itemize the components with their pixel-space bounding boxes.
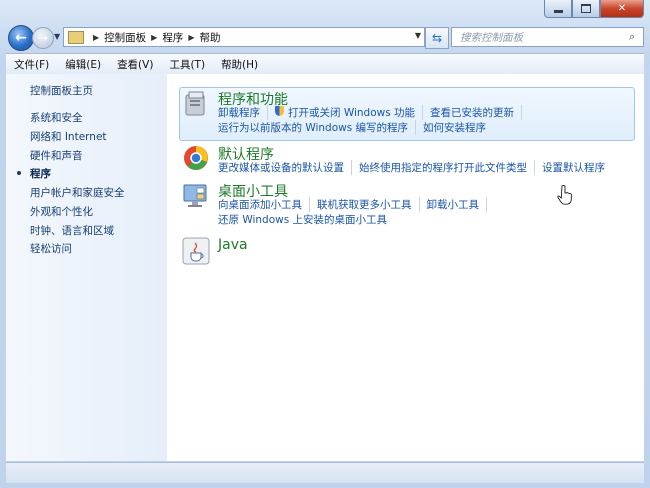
close-icon: ✕ bbox=[617, 3, 627, 14]
breadcrumb-chevron-icon[interactable]: ▶ bbox=[151, 33, 157, 42]
windows-features-link[interactable]: 打开或关闭 Windows 功能 bbox=[275, 105, 424, 120]
refresh-icon: ⇆ bbox=[431, 31, 443, 45]
menu-tools[interactable]: 工具(T) bbox=[161, 57, 213, 72]
link-row: 向桌面添加小工具 联机获取更多小工具 卸载小工具 bbox=[218, 197, 494, 212]
content-area: 控制面板主页 系统和安全 网络和 Internet 硬件和声音 程序 用户帐户和… bbox=[6, 74, 644, 461]
sidebar-item-system-security[interactable]: 系统和安全 bbox=[30, 110, 83, 125]
minimize-icon bbox=[553, 10, 563, 13]
sidebar-item-clock-language[interactable]: 时钟、语言和区域 bbox=[30, 223, 114, 238]
menu-file[interactable]: 文件(F) bbox=[6, 57, 57, 72]
file-type-association-link[interactable]: 始终使用指定的程序打开此文件类型 bbox=[359, 160, 535, 175]
get-more-gadgets-link[interactable]: 联机获取更多小工具 bbox=[317, 197, 420, 212]
java-icon[interactable] bbox=[182, 237, 210, 265]
link-row: 运行为以前版本的 Windows 编写的程序 如何安装程序 bbox=[218, 120, 500, 135]
search-input[interactable]: 搜索控制面板 bbox=[460, 30, 624, 45]
maximize-icon bbox=[581, 4, 591, 13]
forward-arrow-icon: → bbox=[37, 31, 49, 45]
link-row: 卸载程序 打开或关闭 Windows 功能 查看已安装的更新 bbox=[218, 105, 529, 120]
close-button[interactable]: ✕ bbox=[600, 0, 644, 18]
programs-features-icon[interactable] bbox=[182, 89, 210, 117]
status-bar bbox=[6, 462, 644, 483]
control-panel-folder-icon bbox=[68, 30, 84, 44]
menu-view[interactable]: 查看(V) bbox=[109, 57, 161, 72]
current-item-bullet-icon bbox=[17, 171, 21, 175]
link-row: 更改媒体或设备的默认设置 始终使用指定的程序打开此文件类型 设置默认程序 bbox=[218, 160, 619, 175]
refresh-button[interactable]: ⇆ bbox=[425, 27, 449, 49]
control-panel-window: ✕ ← → ▼ ▶ 控制面板 ▶ 程序 ▶ 帮助 ▼ ⇆ 搜索控制面板 ⌕ 文件… bbox=[0, 0, 650, 488]
menu-bar: 文件(F) 编辑(E) 查看(V) 工具(T) 帮助(H) bbox=[6, 53, 644, 75]
sidebar-item-ease-of-access[interactable]: 轻松访问 bbox=[30, 241, 72, 256]
sidebar-item-appearance[interactable]: 外观和个性化 bbox=[30, 204, 93, 219]
sidebar-item-hardware-sound[interactable]: 硬件和声音 bbox=[30, 148, 83, 163]
menu-edit[interactable]: 编辑(E) bbox=[57, 57, 109, 72]
forward-button[interactable]: → bbox=[32, 27, 54, 49]
category-title[interactable]: Java bbox=[218, 237, 248, 253]
add-gadgets-link[interactable]: 向桌面添加小工具 bbox=[218, 197, 310, 212]
link-row: 还原 Windows 上安装的桌面小工具 bbox=[218, 212, 401, 227]
run-older-programs-link[interactable]: 运行为以前版本的 Windows 编写的程序 bbox=[218, 120, 417, 135]
view-installed-updates-link[interactable]: 查看已安装的更新 bbox=[430, 105, 523, 120]
breadcrumb-control-panel[interactable]: 控制面板 bbox=[104, 30, 146, 45]
change-media-defaults-link[interactable]: 更改媒体或设备的默认设置 bbox=[218, 160, 352, 175]
address-dropdown-icon[interactable]: ▼ bbox=[415, 31, 421, 40]
menu-help[interactable]: 帮助(H) bbox=[213, 57, 266, 72]
sidebar-item-programs[interactable]: 程序 bbox=[30, 166, 51, 181]
address-bar[interactable]: ▶ 控制面板 ▶ 程序 ▶ 帮助 ▼ bbox=[63, 27, 425, 47]
default-programs-icon[interactable] bbox=[182, 144, 210, 172]
hand-cursor-icon bbox=[557, 185, 572, 205]
breadcrumb: ▶ 控制面板 ▶ 程序 ▶ 帮助 bbox=[88, 30, 220, 45]
caption-buttons: ✕ bbox=[544, 0, 644, 18]
back-button[interactable]: ← bbox=[8, 25, 34, 51]
desktop-gadgets-icon[interactable] bbox=[182, 181, 210, 209]
how-to-install-link[interactable]: 如何安装程序 bbox=[423, 120, 493, 135]
uninstall-program-link[interactable]: 卸载程序 bbox=[218, 105, 268, 120]
restore-gadgets-link[interactable]: 还原 Windows 上安装的桌面小工具 bbox=[218, 212, 394, 227]
search-box[interactable]: 搜索控制面板 ⌕ bbox=[451, 27, 644, 47]
uninstall-gadget-link[interactable]: 卸载小工具 bbox=[427, 197, 487, 212]
breadcrumb-chevron-icon[interactable]: ▶ bbox=[188, 33, 194, 42]
sidebar-item-network[interactable]: 网络和 Internet bbox=[30, 129, 107, 144]
sidebar: 控制面板主页 系统和安全 网络和 Internet 硬件和声音 程序 用户帐户和… bbox=[6, 74, 167, 461]
windows-features-label: 打开或关闭 Windows 功能 bbox=[288, 107, 416, 119]
search-icon[interactable]: ⌕ bbox=[624, 30, 640, 44]
navigation-bar: ← → ▼ ▶ 控制面板 ▶ 程序 ▶ 帮助 ▼ ⇆ 搜索控制面板 ⌕ bbox=[6, 25, 644, 51]
main-panel: 程序和功能 卸载程序 打开或关闭 Windows 功能 查看已安装的更新 运行为… bbox=[167, 74, 644, 461]
recent-pages-dropdown[interactable]: ▼ bbox=[54, 32, 60, 41]
breadcrumb-programs[interactable]: 程序 bbox=[162, 30, 183, 45]
back-arrow-icon: ← bbox=[15, 30, 27, 46]
maximize-button[interactable] bbox=[572, 0, 600, 18]
breadcrumb-help[interactable]: 帮助 bbox=[199, 30, 220, 45]
set-default-programs-link[interactable]: 设置默认程序 bbox=[542, 160, 612, 175]
breadcrumb-chevron-icon[interactable]: ▶ bbox=[93, 33, 99, 42]
minimize-button[interactable] bbox=[544, 0, 572, 18]
sidebar-item-user-accounts[interactable]: 用户帐户和家庭安全 bbox=[30, 185, 125, 200]
sidebar-home-link[interactable]: 控制面板主页 bbox=[30, 83, 93, 98]
uac-shield-icon bbox=[275, 106, 284, 116]
